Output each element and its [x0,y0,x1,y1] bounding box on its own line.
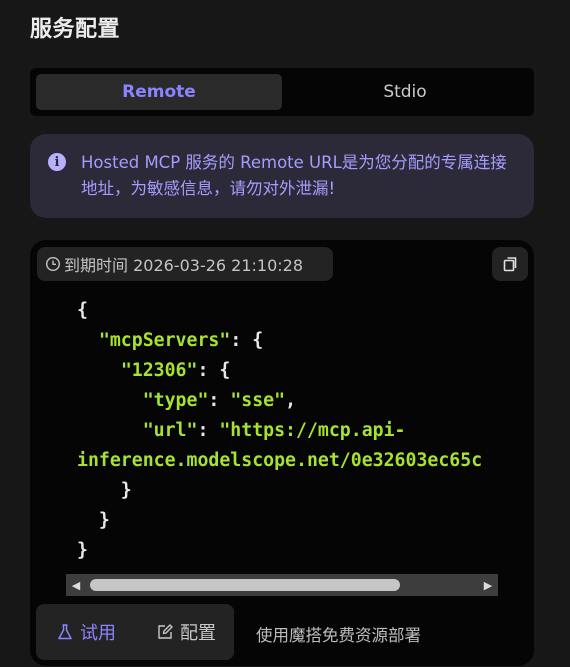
code-type-value: "sse" [230,390,286,411]
try-label: 试用 [80,623,116,644]
security-notice: i Hosted MCP 服务的 Remote URL是为您分配的专属连接地址，… [30,134,534,218]
code-server-name: "12306" [120,360,198,381]
flask-icon [58,624,72,640]
service-config-panel: 服务配置 Remote Stdio i Hosted MCP 服务的 Remot… [0,0,570,667]
expiry-badge: 到期时间 2026-03-26 21:10:28 [37,247,333,281]
scroll-left-arrow-icon[interactable]: ◀ [66,574,86,596]
code-type-key: "type" [142,390,209,411]
copy-icon [503,257,517,272]
config-json-code[interactable]: { "mcpServers": { "12306": { "type": "ss… [77,296,527,566]
action-group: 试用 配置 [36,604,234,660]
code-url-key: "url" [142,420,198,441]
expiry-label: 到期时间 2026-03-26 21:10:28 [64,256,304,275]
transport-tabs: Remote Stdio [30,68,534,116]
try-button[interactable]: 试用 [56,604,116,660]
tab-stdio[interactable]: Stdio [282,74,528,110]
edit-icon [158,624,173,639]
config-button[interactable]: 配置 [156,604,216,660]
config-label: 配置 [180,623,216,644]
free-deploy-link[interactable]: 使用魔搭免费资源部署 [256,622,421,646]
clock-icon [45,256,61,272]
config-code-card: 到期时间 2026-03-26 21:10:28 { "mcpServers":… [30,240,534,666]
code-close-brace: } [77,540,88,561]
scroll-thumb[interactable] [90,579,400,591]
info-icon: i [48,153,66,171]
tab-remote[interactable]: Remote [36,74,282,110]
code-servers-key: "mcpServers" [98,330,231,351]
notice-text: Hosted MCP 服务的 Remote URL是为您分配的专属连接地址，为敏… [81,153,507,198]
horizontal-scrollbar[interactable]: ◀ ▶ [66,574,498,596]
code-url-value-line2: inference.modelscope.net/0e32603ec65c [77,450,483,471]
scroll-right-arrow-icon[interactable]: ▶ [478,574,498,596]
page-title: 服务配置 [30,17,121,42]
code-url-value-line1: "https://mcp.api- [219,420,406,441]
code-open-brace: { [77,300,88,321]
copy-button[interactable] [492,247,528,281]
